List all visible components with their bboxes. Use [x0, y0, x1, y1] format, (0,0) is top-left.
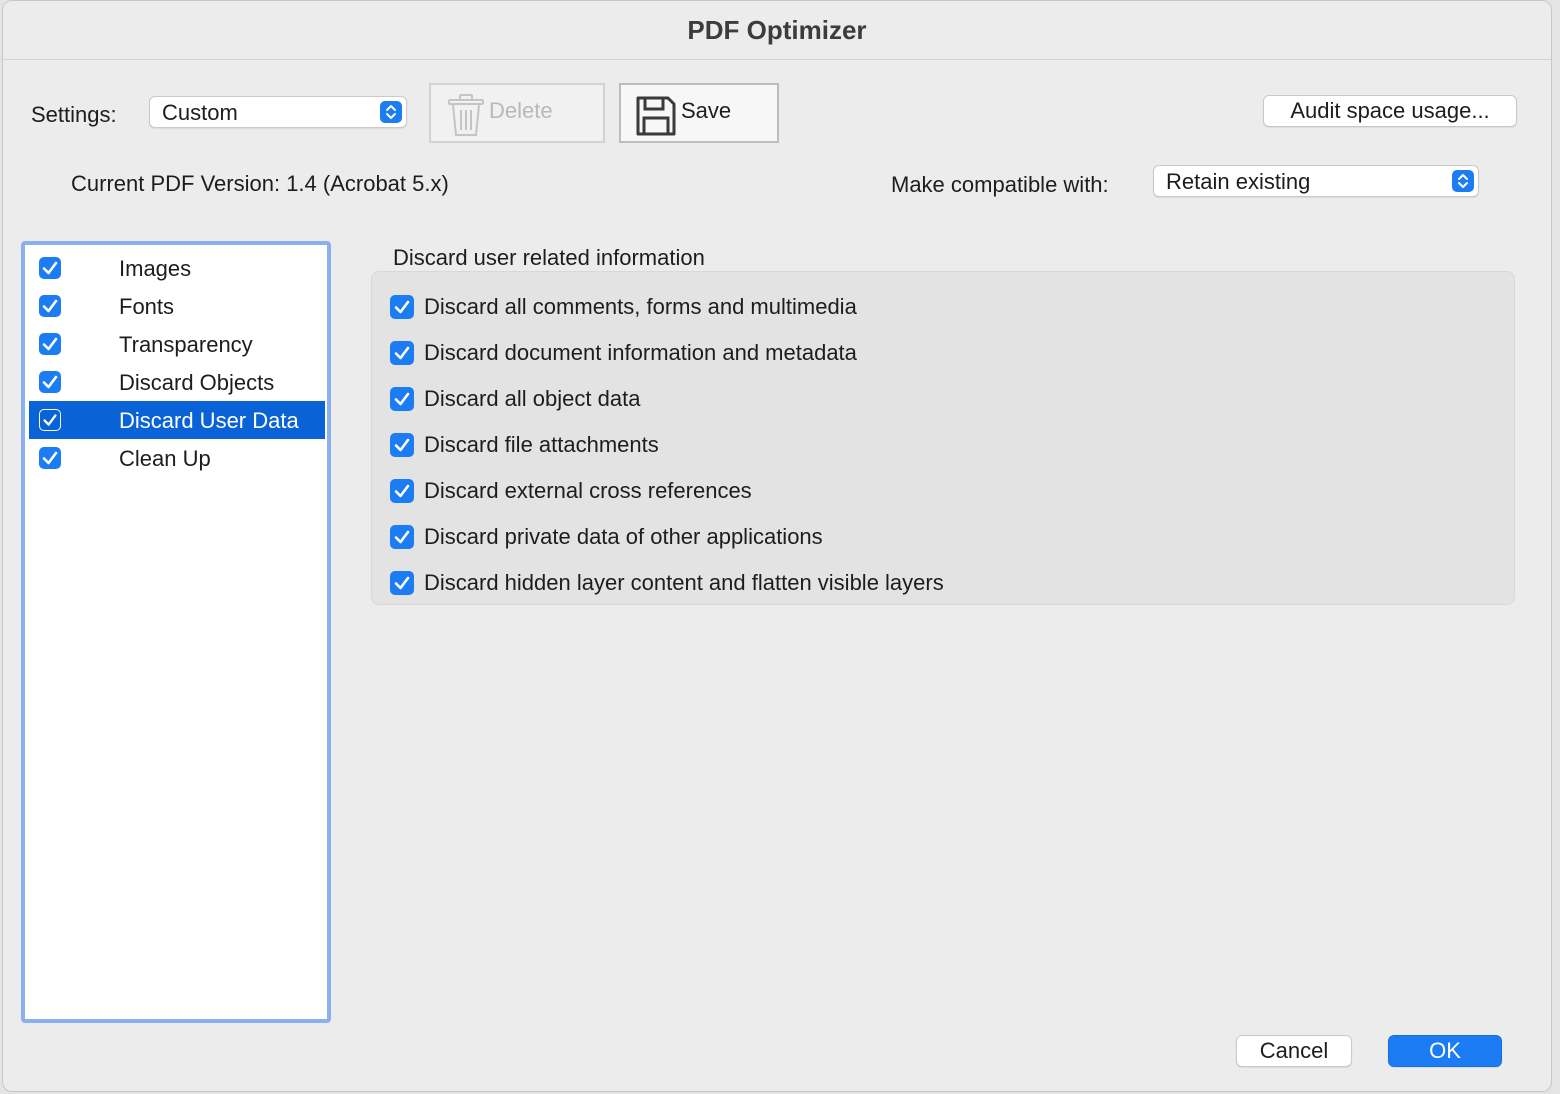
- checkbox-checked-icon[interactable]: [390, 295, 414, 319]
- save-label: Save: [681, 98, 732, 123]
- category-list: Images Fonts Transparency Discard Object…: [21, 241, 331, 1023]
- sidebar-item-label: Transparency: [119, 332, 253, 357]
- option-label: Discard all object data: [424, 386, 641, 411]
- option-label: Discard private data of other applicatio…: [424, 524, 823, 549]
- sidebar-item-fonts[interactable]: Fonts: [29, 287, 325, 325]
- current-pdf-version: Current PDF Version: 1.4 (Acrobat 5.x): [71, 171, 449, 196]
- delete-button[interactable]: Delete: [429, 83, 605, 143]
- checkbox-checked-icon[interactable]: [39, 409, 61, 431]
- option-label: Discard document information and metadat…: [424, 340, 857, 365]
- option-label: Discard external cross references: [424, 478, 752, 503]
- settings-value: Custom: [162, 100, 238, 125]
- panel-heading: Discard user related information: [393, 245, 705, 270]
- checkbox-checked-icon[interactable]: [39, 333, 61, 355]
- checkbox-checked-icon[interactable]: [390, 571, 414, 595]
- sidebar-item-transparency[interactable]: Transparency: [29, 325, 325, 363]
- discard-user-data-options: Discard all comments, forms and multimed…: [371, 271, 1515, 605]
- ok-button[interactable]: OK: [1388, 1035, 1502, 1067]
- sidebar-item-label: Discard Objects: [119, 370, 275, 395]
- checkbox-checked-icon[interactable]: [390, 341, 414, 365]
- sidebar-item-label: Fonts: [119, 294, 175, 319]
- save-button[interactable]: Save: [619, 83, 779, 143]
- chevron-updown-icon: [380, 101, 402, 123]
- checkbox-checked-icon[interactable]: [39, 447, 61, 469]
- trash-icon: [445, 93, 487, 137]
- option-label: Discard hidden layer content and flatten…: [424, 570, 944, 595]
- chevron-updown-icon: [1452, 170, 1474, 192]
- checkbox-checked-icon[interactable]: [39, 371, 61, 393]
- settings-dropdown[interactable]: Custom: [149, 96, 407, 128]
- sidebar-item-discard-user-data[interactable]: Discard User Data: [29, 401, 325, 439]
- option-label: Discard file attachments: [424, 432, 659, 457]
- title-bar: PDF Optimizer: [3, 1, 1551, 60]
- dialog-title: PDF Optimizer: [687, 15, 867, 45]
- compat-dropdown[interactable]: Retain existing: [1153, 165, 1479, 197]
- pdf-optimizer-dialog: PDF Optimizer Settings: Custom Delete Sa…: [2, 0, 1552, 1092]
- checkbox-checked-icon[interactable]: [390, 387, 414, 411]
- cancel-button[interactable]: Cancel: [1236, 1035, 1352, 1067]
- checkbox-checked-icon[interactable]: [390, 525, 414, 549]
- sidebar-item-discard-objects[interactable]: Discard Objects: [29, 363, 325, 401]
- sidebar-item-clean-up[interactable]: Clean Up: [29, 439, 325, 477]
- option-label: Discard all comments, forms and multimed…: [424, 294, 857, 319]
- checkbox-checked-icon[interactable]: [39, 295, 61, 317]
- checkbox-checked-icon[interactable]: [39, 257, 61, 279]
- checkbox-checked-icon[interactable]: [390, 479, 414, 503]
- settings-label: Settings:: [31, 102, 117, 127]
- sidebar-item-label: Discard User Data: [119, 408, 299, 433]
- sidebar-item-label: Clean Up: [119, 446, 211, 471]
- floppy-disk-icon: [635, 95, 677, 137]
- audit-space-usage-button[interactable]: Audit space usage...: [1263, 95, 1517, 127]
- sidebar-item-images[interactable]: Images: [29, 249, 325, 287]
- sidebar-item-label: Images: [119, 256, 192, 281]
- compat-label: Make compatible with:: [891, 172, 1109, 197]
- checkbox-checked-icon[interactable]: [390, 433, 414, 457]
- delete-label: Delete: [489, 98, 553, 123]
- compat-value: Retain existing: [1166, 169, 1311, 194]
